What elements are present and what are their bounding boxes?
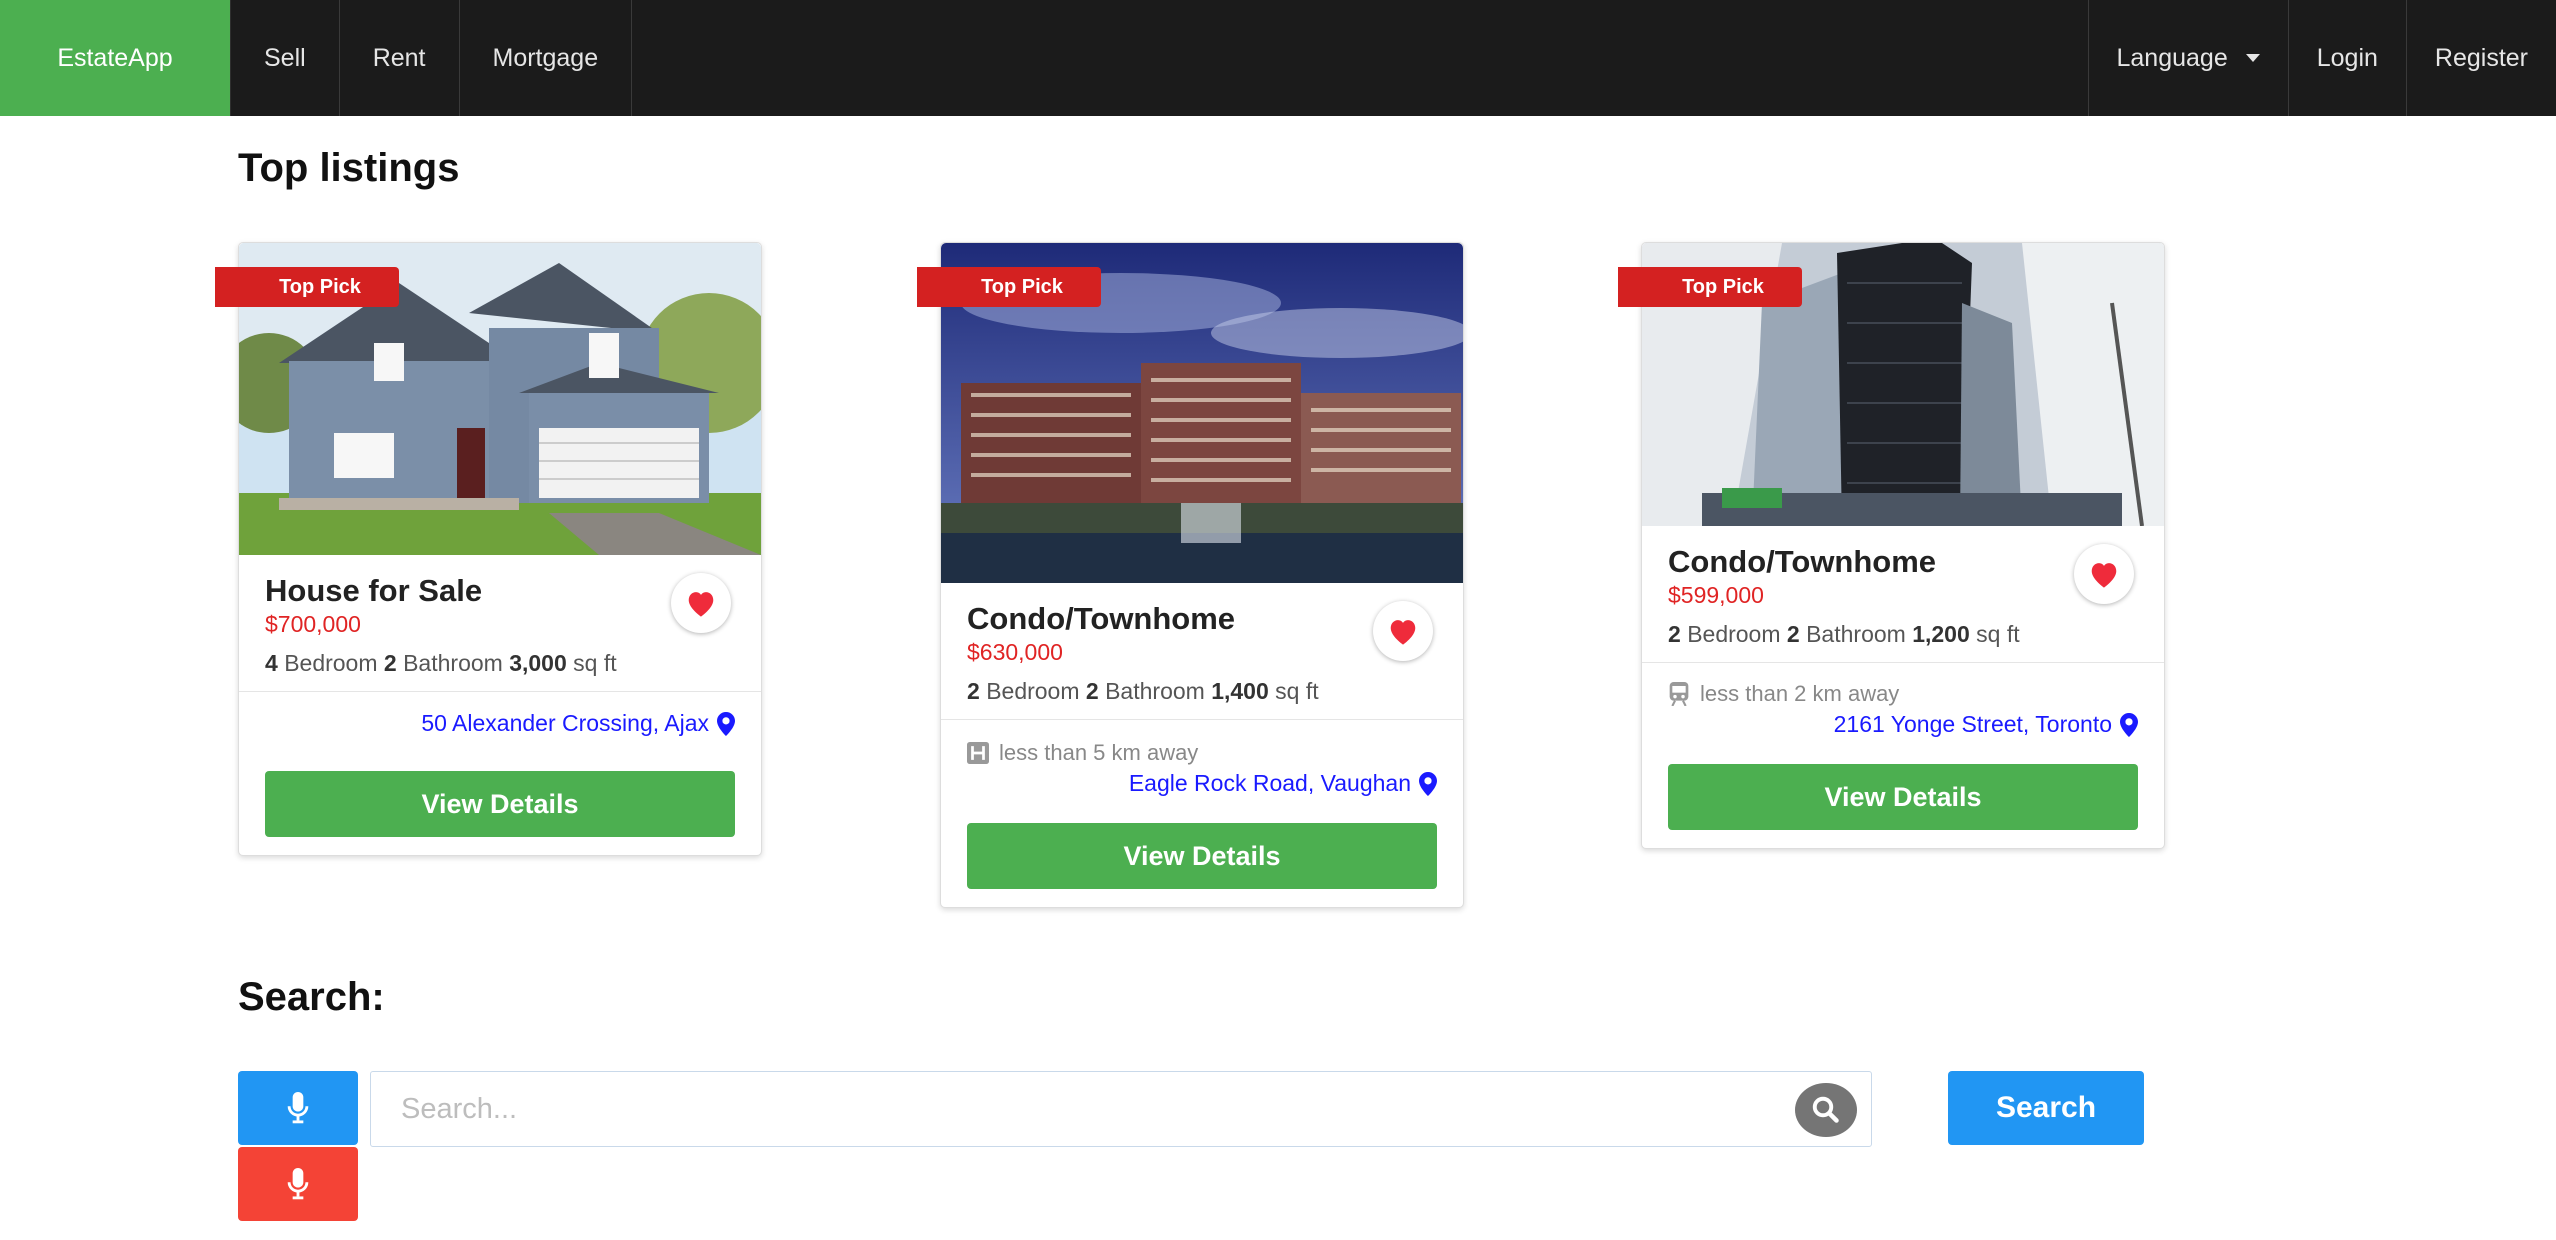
- distance-text: less than 5 km away: [999, 740, 1199, 765]
- subway-icon: [1669, 682, 1689, 706]
- search-input[interactable]: [371, 1072, 1751, 1146]
- listing-card: Top Pick Condo/Townhome $630,000 2 Bedro…: [917, 242, 1464, 908]
- top-listings-heading: Top listings: [238, 146, 460, 190]
- address-text: 2161 Yonge Street, Toronto: [1833, 711, 2112, 737]
- nav-item-mortgage[interactable]: Mortgage: [460, 0, 633, 116]
- top-pick-badge: Top Pick: [1618, 267, 1802, 307]
- nav-login[interactable]: Login: [2287, 0, 2406, 116]
- distance-info: less than 2 km away: [1668, 681, 2138, 707]
- area-unit: sq ft: [1976, 621, 2020, 647]
- bathroom-label: Bathroom: [403, 650, 503, 676]
- distance-text: less than 2 km away: [1700, 681, 1900, 706]
- listing-specs: 4 Bedroom 2 Bathroom 3,000 sq ft: [265, 650, 735, 677]
- heart-icon: [688, 592, 714, 617]
- card-footer: less than 5 km away Eagle Rock Road, Vau…: [941, 720, 1463, 907]
- listing-title: Condo/Townhome: [1668, 544, 1937, 579]
- card-footer: less than 2 km away 2161 Yonge Street, T…: [1642, 663, 2164, 848]
- address-text: Eagle Rock Road, Vaughan: [1128, 770, 1411, 796]
- listing-title: Condo/Townhome: [967, 601, 1236, 636]
- listing-card: Top Pick House for Sale $700,000 4 Bedro…: [215, 242, 762, 856]
- distance-info: less than 5 km away: [967, 740, 1437, 766]
- bedroom-label: Bedroom: [986, 678, 1080, 704]
- heart-icon: [2091, 563, 2117, 588]
- bathroom-count: 2: [383, 650, 397, 676]
- favorite-button[interactable]: [1373, 601, 1433, 661]
- listing-address[interactable]: 50 Alexander Crossing, Ajax: [265, 710, 735, 737]
- brand-logo[interactable]: EstateApp: [0, 0, 231, 116]
- area-value: 3,000: [509, 650, 567, 676]
- listing-address[interactable]: 2161 Yonge Street, Toronto: [1668, 711, 2138, 738]
- favorite-button[interactable]: [671, 573, 731, 633]
- search-button[interactable]: Search: [1948, 1071, 2144, 1145]
- bedroom-count: 2: [1668, 621, 1681, 647]
- map-marker-icon: [717, 711, 735, 736]
- card-footer: 50 Alexander Crossing, Ajax View Details: [239, 692, 761, 855]
- listing-price: $630,000: [967, 639, 1063, 665]
- bedroom-label: Bedroom: [1687, 621, 1781, 647]
- nav-item-sell[interactable]: Sell: [231, 0, 340, 116]
- language-label: Language: [2116, 43, 2228, 72]
- view-details-button[interactable]: View Details: [967, 823, 1437, 889]
- favorite-button[interactable]: [2074, 544, 2134, 604]
- search-heading: Search:: [238, 975, 385, 1019]
- area-unit: sq ft: [1275, 678, 1319, 704]
- bedroom-count: 4: [265, 650, 278, 676]
- area-value: 1,400: [1211, 678, 1269, 704]
- bedroom-label: Bedroom: [284, 650, 378, 676]
- nav-item-rent[interactable]: Rent: [340, 0, 460, 116]
- view-details-button[interactable]: View Details: [1668, 764, 2138, 830]
- listing-specs: 2 Bedroom 2 Bathroom 1,400 sq ft: [967, 678, 1437, 705]
- card-body: Condo/Townhome $599,000 2 Bedroom 2 Bath…: [1642, 526, 2164, 662]
- listing-address[interactable]: Eagle Rock Road, Vaughan: [967, 770, 1437, 797]
- card-body: House for Sale $700,000 4 Bedroom 2 Bath…: [239, 555, 761, 691]
- listing-price: $599,000: [1668, 582, 1764, 608]
- stop-voice-button[interactable]: [238, 1147, 358, 1221]
- heart-icon: [1390, 620, 1416, 645]
- language-dropdown[interactable]: Language: [2087, 0, 2288, 116]
- listing-price: $700,000: [265, 611, 361, 637]
- bedroom-count: 2: [967, 678, 980, 704]
- bathroom-label: Bathroom: [1806, 621, 1906, 647]
- listing-title: House for Sale: [265, 573, 483, 608]
- map-marker-icon: [2120, 712, 2138, 737]
- area-value: 1,200: [1912, 621, 1970, 647]
- view-details-button[interactable]: View Details: [265, 771, 735, 837]
- bathroom-count: 2: [1085, 678, 1099, 704]
- listing-specs: 2 Bedroom 2 Bathroom 1,200 sq ft: [1668, 621, 2138, 648]
- hospital-icon: [967, 742, 989, 764]
- voice-search-button[interactable]: [238, 1071, 358, 1145]
- search-icon: [1812, 1096, 1839, 1123]
- bathroom-count: 2: [1786, 621, 1800, 647]
- top-navbar: EstateApp Sell Rent Mortgage Language Lo…: [0, 0, 2556, 116]
- search-box: [370, 1071, 1872, 1147]
- search-submit-icon-button[interactable]: [1795, 1083, 1857, 1137]
- top-pick-badge: Top Pick: [215, 267, 399, 307]
- microphone-icon: [287, 1092, 309, 1124]
- microphone-icon: [287, 1168, 309, 1200]
- address-text: 50 Alexander Crossing, Ajax: [421, 710, 709, 736]
- map-marker-icon: [1419, 771, 1437, 796]
- area-unit: sq ft: [573, 650, 617, 676]
- listing-card: Top Pick Condo/Townhome $599,000 2 Bedro…: [1618, 242, 2165, 849]
- card-body: Condo/Townhome $630,000 2 Bedroom 2 Bath…: [941, 583, 1463, 719]
- caret-down-icon: [2245, 54, 2260, 62]
- nav-register[interactable]: Register: [2405, 0, 2556, 116]
- bathroom-label: Bathroom: [1105, 678, 1205, 704]
- top-pick-badge: Top Pick: [917, 267, 1101, 307]
